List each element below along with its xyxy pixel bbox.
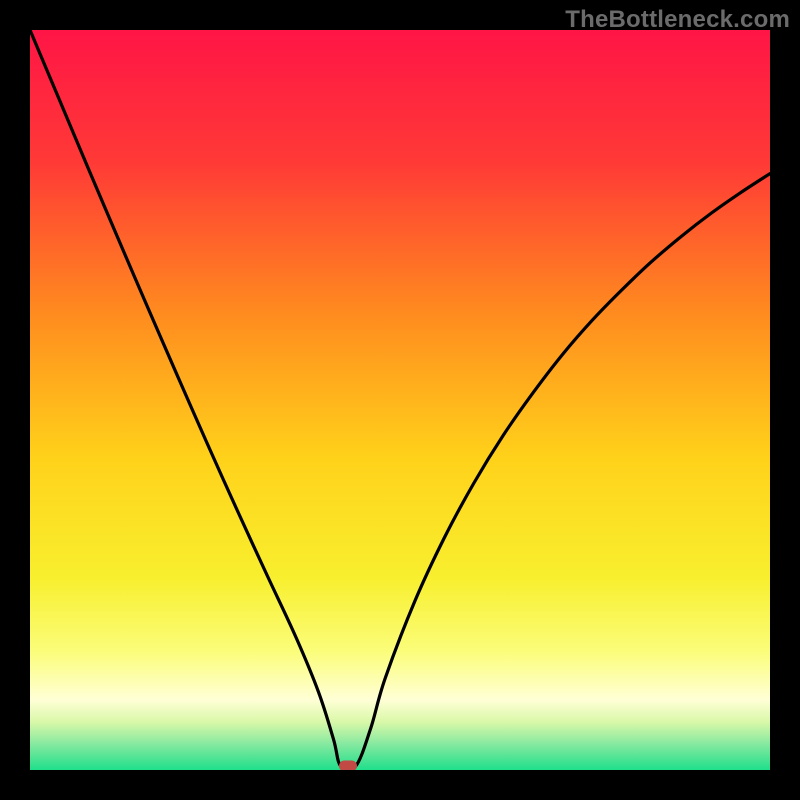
curve-layer xyxy=(30,30,770,770)
watermark-text: TheBottleneck.com xyxy=(565,6,790,34)
plot-area xyxy=(30,30,770,770)
optimal-marker xyxy=(339,761,357,770)
bottleneck-curve xyxy=(30,30,770,770)
chart-frame: TheBottleneck.com xyxy=(0,0,800,800)
